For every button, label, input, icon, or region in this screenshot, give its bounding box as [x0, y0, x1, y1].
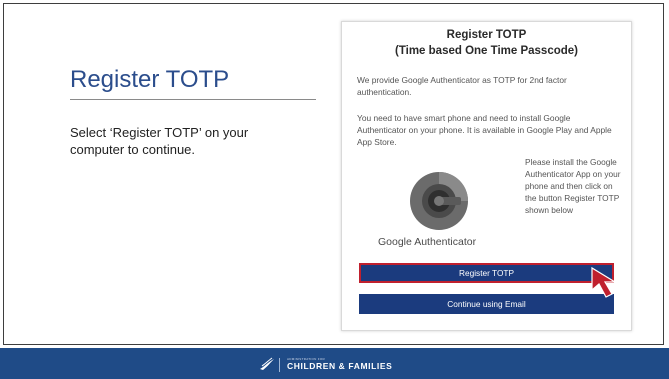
- register-totp-button[interactable]: Register TOTP: [359, 263, 614, 283]
- mouse-cursor-icon: [591, 266, 618, 298]
- hhs-eagle-logo: [260, 357, 274, 370]
- continue-email-button[interactable]: Continue using Email: [359, 294, 614, 314]
- slide-instruction: Select ‘Register TOTP’ on your computer …: [70, 125, 249, 157]
- title-underline: [70, 99, 316, 100]
- panel-paragraph-install: You need to have smart phone and need to…: [357, 113, 612, 147]
- slide: Register TOTP Select ‘Register TOTP’ on …: [0, 0, 669, 379]
- install-instructions: Please install the Google Authenticator …: [525, 157, 621, 215]
- google-authenticator-label: Google Authenticator: [378, 236, 477, 248]
- footer-divider: [279, 358, 280, 372]
- panel-paragraph-intro: We provide Google Authenticator as TOTP …: [357, 75, 567, 97]
- panel-subheading: (Time based One Time Passcode): [394, 45, 578, 57]
- footer-agency-name: CHILDREN & FAMILIES: [287, 361, 393, 371]
- panel-heading: Register TOTP: [446, 29, 527, 41]
- google-authenticator-logo: [410, 172, 468, 230]
- slide-title: Register TOTP: [70, 66, 230, 93]
